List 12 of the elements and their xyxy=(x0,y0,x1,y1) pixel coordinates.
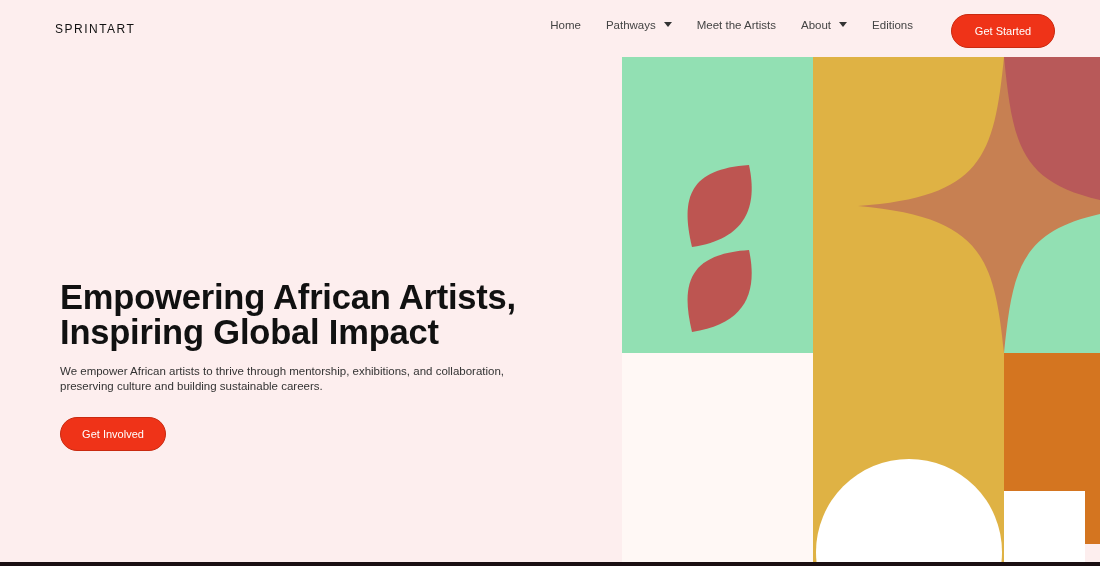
brand-logo[interactable]: SPRINTART xyxy=(55,21,136,36)
get-involved-button[interactable]: Get Involved xyxy=(60,417,166,451)
nav-link[interactable]: Editions xyxy=(872,18,913,31)
nav-link[interactable]: About xyxy=(801,18,848,31)
hero-title: Empowering African Artists, Inspiring Global Impact xyxy=(60,280,517,350)
nav-link[interactable]: Pathways xyxy=(605,18,672,31)
caret-icon xyxy=(663,22,672,27)
get-started-button[interactable]: Get Started xyxy=(951,13,1055,48)
nav-link[interactable]: Home xyxy=(550,18,581,31)
hero-text: We empower African artists to thrive through mentorship, exhibitions, and collaboration, preserving culture and building sustainable careers. xyxy=(60,364,506,394)
caret-icon xyxy=(839,22,848,27)
nav-link[interactable]: Meet the Artists xyxy=(696,18,776,31)
